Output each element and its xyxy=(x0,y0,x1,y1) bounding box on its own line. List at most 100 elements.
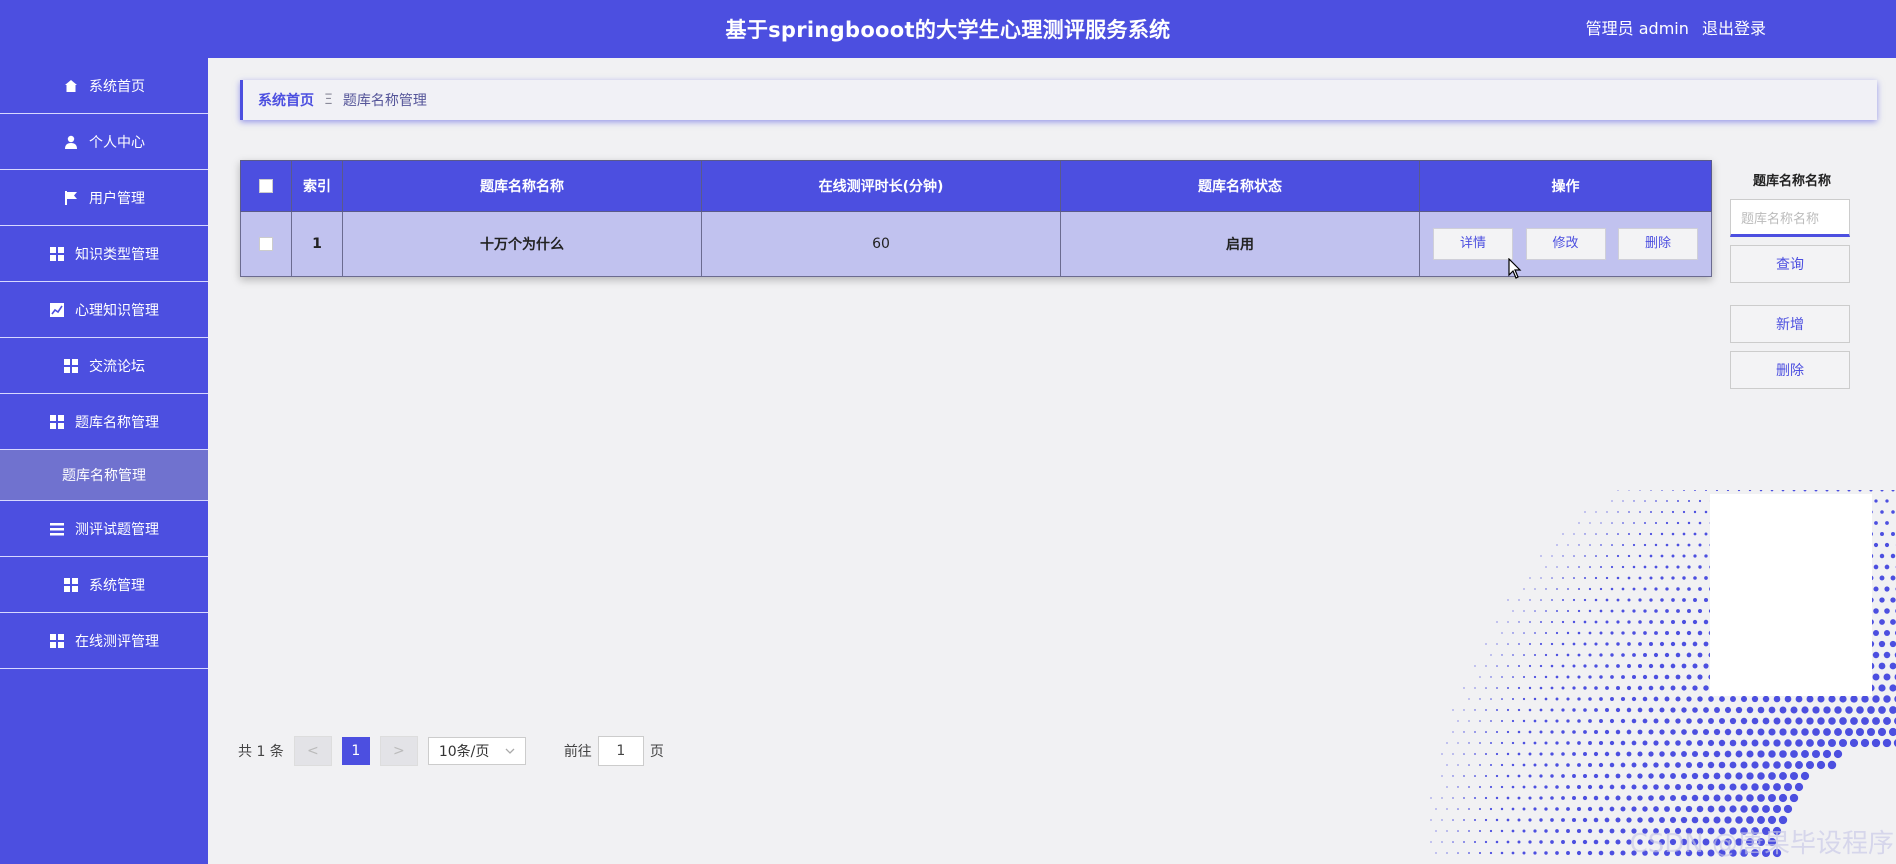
decorative-dot xyxy=(1675,718,1681,724)
decorative-dot xyxy=(1556,566,1558,568)
decorative-dot xyxy=(1539,686,1543,690)
decorative-dot xyxy=(1566,697,1570,701)
decorative-dot xyxy=(1617,533,1619,535)
decorative-dot xyxy=(1850,717,1858,725)
sidebar-subitem-question-bank[interactable]: 题库名称管理 xyxy=(0,450,208,501)
decorative-dot xyxy=(1661,490,1663,491)
decorative-dot xyxy=(1539,642,1543,646)
select-all-checkbox[interactable] xyxy=(259,179,273,193)
logout-link[interactable]: 退出登录 xyxy=(1702,19,1766,38)
decorative-dot xyxy=(1890,553,1896,559)
query-button[interactable]: 查询 xyxy=(1730,245,1850,283)
add-button[interactable]: 新增 xyxy=(1730,305,1850,343)
decorative-dot xyxy=(1773,761,1781,769)
decorative-dot xyxy=(1686,718,1692,724)
decorative-dot xyxy=(1890,597,1896,603)
sidebar-item-users[interactable]: 用户管理 xyxy=(0,170,208,226)
decorative-dot xyxy=(1511,763,1515,767)
detail-button[interactable]: 详情 xyxy=(1433,228,1514,260)
decorative-dot xyxy=(1666,500,1668,502)
decorative-dot xyxy=(1555,785,1559,789)
name-search-input[interactable]: 题库名称名称 xyxy=(1730,199,1850,237)
sidebar-item-knowledge-type[interactable]: 知识类型管理 xyxy=(0,226,208,282)
decorative-dot xyxy=(1759,490,1763,492)
grid-icon xyxy=(50,246,64,261)
edit-button[interactable]: 修改 xyxy=(1525,228,1606,260)
decorative-dot xyxy=(1856,706,1864,714)
decorative-dot xyxy=(1529,577,1531,579)
page-number-button[interactable]: 1 xyxy=(341,737,370,765)
decorative-dot xyxy=(1610,675,1614,679)
decorative-dot xyxy=(1642,740,1648,746)
decorative-dot xyxy=(1500,829,1504,833)
sidebar-item-home[interactable]: 系统首页 xyxy=(0,58,208,114)
decorative-dot xyxy=(1446,742,1448,744)
decorative-dot xyxy=(1615,751,1621,757)
decorative-dot xyxy=(1512,676,1514,678)
decorative-dot xyxy=(1463,753,1465,755)
sidebar-item-test-questions[interactable]: 测评试题管理 xyxy=(0,501,208,557)
decorative-dot xyxy=(1528,730,1532,734)
decorative-dot xyxy=(1628,533,1630,535)
decorative-dot xyxy=(1512,610,1514,612)
decorative-dot xyxy=(1496,709,1498,711)
decorative-dot xyxy=(1430,841,1432,843)
decorative-dot xyxy=(1446,830,1448,832)
decorative-dot xyxy=(1479,764,1481,766)
decorative-dot xyxy=(1511,851,1515,855)
decorative-dot xyxy=(1703,663,1709,669)
sidebar-item-system[interactable]: 系统管理 xyxy=(0,557,208,613)
batch-delete-button[interactable]: 删除 xyxy=(1730,351,1850,389)
decorative-dot xyxy=(1473,840,1477,844)
page-size-select[interactable]: 10条/页 xyxy=(427,737,526,765)
prev-page-button[interactable]: < xyxy=(293,736,332,766)
decorative-dot xyxy=(1496,621,1498,623)
sidebar-item-forum[interactable]: 交流论坛 xyxy=(0,338,208,394)
decorative-dot xyxy=(1533,741,1537,745)
decorative-dot xyxy=(1501,654,1503,656)
decorative-dot xyxy=(1790,750,1798,758)
decorative-dot xyxy=(1598,740,1604,746)
sidebar-item-personal[interactable]: 个人中心 xyxy=(0,114,208,170)
decorative-dot xyxy=(1871,738,1881,748)
decorative-dot xyxy=(1582,817,1588,823)
decorative-dot xyxy=(1561,818,1565,822)
sidebar-item-question-bank[interactable]: 题库名称管理 xyxy=(0,394,208,450)
decorative-dot xyxy=(1567,566,1569,568)
decorative-dot xyxy=(1610,653,1614,657)
next-page-button[interactable]: > xyxy=(379,736,418,766)
decorative-dot xyxy=(1713,794,1721,802)
decorative-dot xyxy=(1680,772,1688,780)
decorative-dot xyxy=(1795,695,1803,703)
sidebar-item-psych-knowledge[interactable]: 心理知识管理 xyxy=(0,282,208,338)
decorative-dot xyxy=(1649,642,1653,646)
decorative-dot xyxy=(1534,588,1536,590)
row-checkbox[interactable] xyxy=(259,237,273,251)
decorative-dot xyxy=(1588,631,1592,635)
decorative-dot xyxy=(1685,783,1693,791)
decorative-dot xyxy=(1511,741,1515,745)
decorative-dot xyxy=(1572,730,1576,734)
decorative-dot xyxy=(1562,555,1564,557)
decorative-dot xyxy=(1484,840,1488,844)
decorative-dot xyxy=(1675,762,1681,768)
user-icon xyxy=(65,135,77,149)
decorative-dot xyxy=(1604,839,1610,845)
decorative-dot xyxy=(1496,687,1498,689)
goto-page-input[interactable]: 1 xyxy=(597,736,644,766)
decorative-dot xyxy=(1468,720,1470,722)
decorative-dot xyxy=(1550,708,1554,712)
decorative-dot xyxy=(1495,752,1499,756)
sidebar-item-online-test[interactable]: 在线测评管理 xyxy=(0,613,208,669)
breadcrumb-home[interactable]: 系统首页 xyxy=(258,90,314,110)
decorative-dot xyxy=(1583,598,1587,602)
decorative-dot xyxy=(1812,728,1820,736)
decorative-dot xyxy=(1463,819,1465,821)
decorative-dot xyxy=(1683,490,1685,491)
decorative-dot xyxy=(1891,510,1895,514)
sidebar-item-label: 知识类型管理 xyxy=(75,246,159,263)
cell-actions: 详情 修改 删除 xyxy=(1419,211,1712,277)
decorative-dot xyxy=(1833,749,1843,759)
decorative-dot xyxy=(1698,587,1702,591)
delete-row-button[interactable]: 删除 xyxy=(1617,228,1698,260)
